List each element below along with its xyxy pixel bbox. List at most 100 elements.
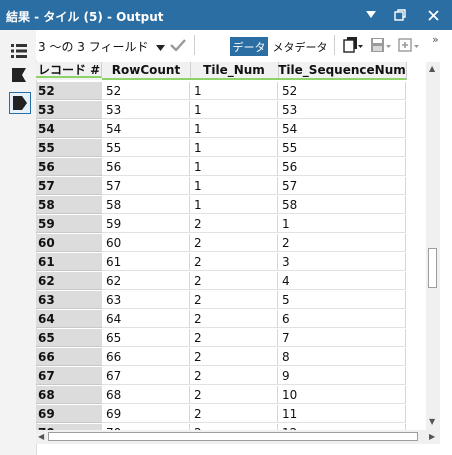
table-cell: 11 [278,405,406,423]
table-cell: 2 [278,234,406,252]
tab-data[interactable]: データ [230,37,268,56]
record-number-cell: 60 [36,234,102,252]
record-number-cell: 64 [36,310,102,328]
table-cell: 1 [278,215,406,233]
table-cell: 55 [102,139,190,157]
table-cell: 1 [190,82,278,100]
add-icon[interactable] [398,37,420,56]
header-rowcount[interactable]: RowCount [102,62,191,80]
table-row[interactable]: 65 65 2 7 [36,329,406,348]
tab-metadata[interactable]: メタデータ [272,37,328,56]
record-number-cell: 62 [36,272,102,290]
header-record-number[interactable]: レコード # [36,62,102,78]
header-tile-num[interactable]: Tile_Num [190,62,279,80]
toolbar-divider [334,35,335,55]
horizontal-scrollbar[interactable]: ◀ ▶ [36,430,440,444]
record-number-cell: 54 [36,120,102,138]
table-cell: 59 [102,215,190,233]
table-cell: 54 [278,120,406,138]
record-number-cell: 61 [36,253,102,271]
close-icon[interactable] [424,6,442,24]
table-cell: 1 [190,139,278,157]
copy-icon[interactable] [342,37,364,56]
results-toolbar: 3 〜の 3 フィールド データ メタデータ » [36,30,452,60]
table-row[interactable]: 57 57 1 57 [36,177,406,196]
table-cell: 53 [102,101,190,119]
table-cell: 65 [102,329,190,347]
table-cell: 2 [190,253,278,271]
table-cell: 9 [278,367,406,385]
overflow-button[interactable]: » [432,33,439,46]
record-number-cell: 52 [36,82,102,100]
table-cell: 68 [102,386,190,404]
checkmark-icon[interactable] [170,39,186,54]
table-cell: 1 [190,120,278,138]
table-cell: 63 [102,291,190,309]
horizontal-scroll-thumb[interactable] [48,432,418,441]
table-row[interactable]: 54 54 1 54 [36,120,406,139]
table-cell: 4 [278,272,406,290]
table-cell: 3 [278,253,406,271]
table-cell: 55 [278,139,406,157]
table-row[interactable]: 58 58 1 58 [36,196,406,215]
table-cell: 2 [190,291,278,309]
table-row[interactable]: 62 62 2 4 [36,272,406,291]
data-tag-icon[interactable] [9,92,31,114]
table-row[interactable]: 63 63 2 5 [36,291,406,310]
table-cell: 1 [190,177,278,195]
table-cell: 6 [278,310,406,328]
table-cell: 69 [102,405,190,423]
table-cell: 67 [102,367,190,385]
record-number-cell: 63 [36,291,102,309]
table-cell: 1 [190,196,278,214]
scroll-left-icon[interactable]: ◀ [38,433,44,441]
data-grid: レコード # RowCount Tile_Num Tile_SequenceNum 5… [36,62,426,430]
record-number-cell: 53 [36,101,102,119]
table-cell: 62 [102,272,190,290]
vertical-scrollbar[interactable]: ▲ ▼ [426,62,440,430]
table-row[interactable]: 69 69 2 11 [36,405,406,424]
scroll-up-icon[interactable]: ▲ [429,65,435,73]
field-selector[interactable]: 3 〜の 3 フィールド [38,38,148,55]
record-number-cell: 57 [36,177,102,195]
table-row[interactable]: 64 64 2 6 [36,310,406,329]
table-row[interactable]: 61 61 2 3 [36,253,406,272]
table-cell: 2 [190,386,278,404]
table-cell: 2 [190,367,278,385]
table-row[interactable]: 60 60 2 2 [36,234,406,253]
scroll-right-icon[interactable]: ▶ [429,433,435,441]
tag-icon[interactable] [9,65,29,85]
table-row[interactable]: 66 66 2 8 [36,348,406,367]
table-cell: 52 [102,82,190,100]
list-view-icon[interactable] [9,41,29,61]
table-cell: 61 [102,253,190,271]
table-cell: 57 [102,177,190,195]
table-cell: 2 [190,329,278,347]
table-cell: 2 [190,405,278,423]
table-cell: 1 [190,101,278,119]
chevron-down-icon[interactable] [156,40,165,54]
save-icon[interactable] [370,37,392,56]
minimize-icon[interactable] [362,6,380,24]
table-row[interactable]: 52 52 1 52 [36,82,406,101]
table-row[interactable]: 59 59 2 1 [36,215,406,234]
restore-icon[interactable] [391,6,409,24]
table-cell: 2 [190,272,278,290]
vertical-scroll-thumb[interactable] [428,248,437,288]
table-cell: 58 [278,196,406,214]
table-row[interactable]: 68 68 2 10 [36,386,406,405]
table-row[interactable]: 67 67 2 9 [36,367,406,386]
table-row[interactable]: 56 56 1 56 [36,158,406,177]
title-bar: 結果 - タイル (5) - Output [0,0,452,30]
table-cell: 66 [102,348,190,366]
record-number-cell: 68 [36,386,102,404]
table-cell: 10 [278,386,406,404]
table-cell: 56 [278,158,406,176]
table-row[interactable]: 55 55 1 55 [36,139,406,158]
toolbar-divider [194,35,195,55]
table-row[interactable]: 53 53 1 53 [36,101,406,120]
scroll-down-icon[interactable]: ▼ [429,418,435,426]
header-tile-sequencenum[interactable]: Tile_SequenceNum [278,62,407,80]
table-cell: 52 [278,82,406,100]
table-cell: 56 [102,158,190,176]
